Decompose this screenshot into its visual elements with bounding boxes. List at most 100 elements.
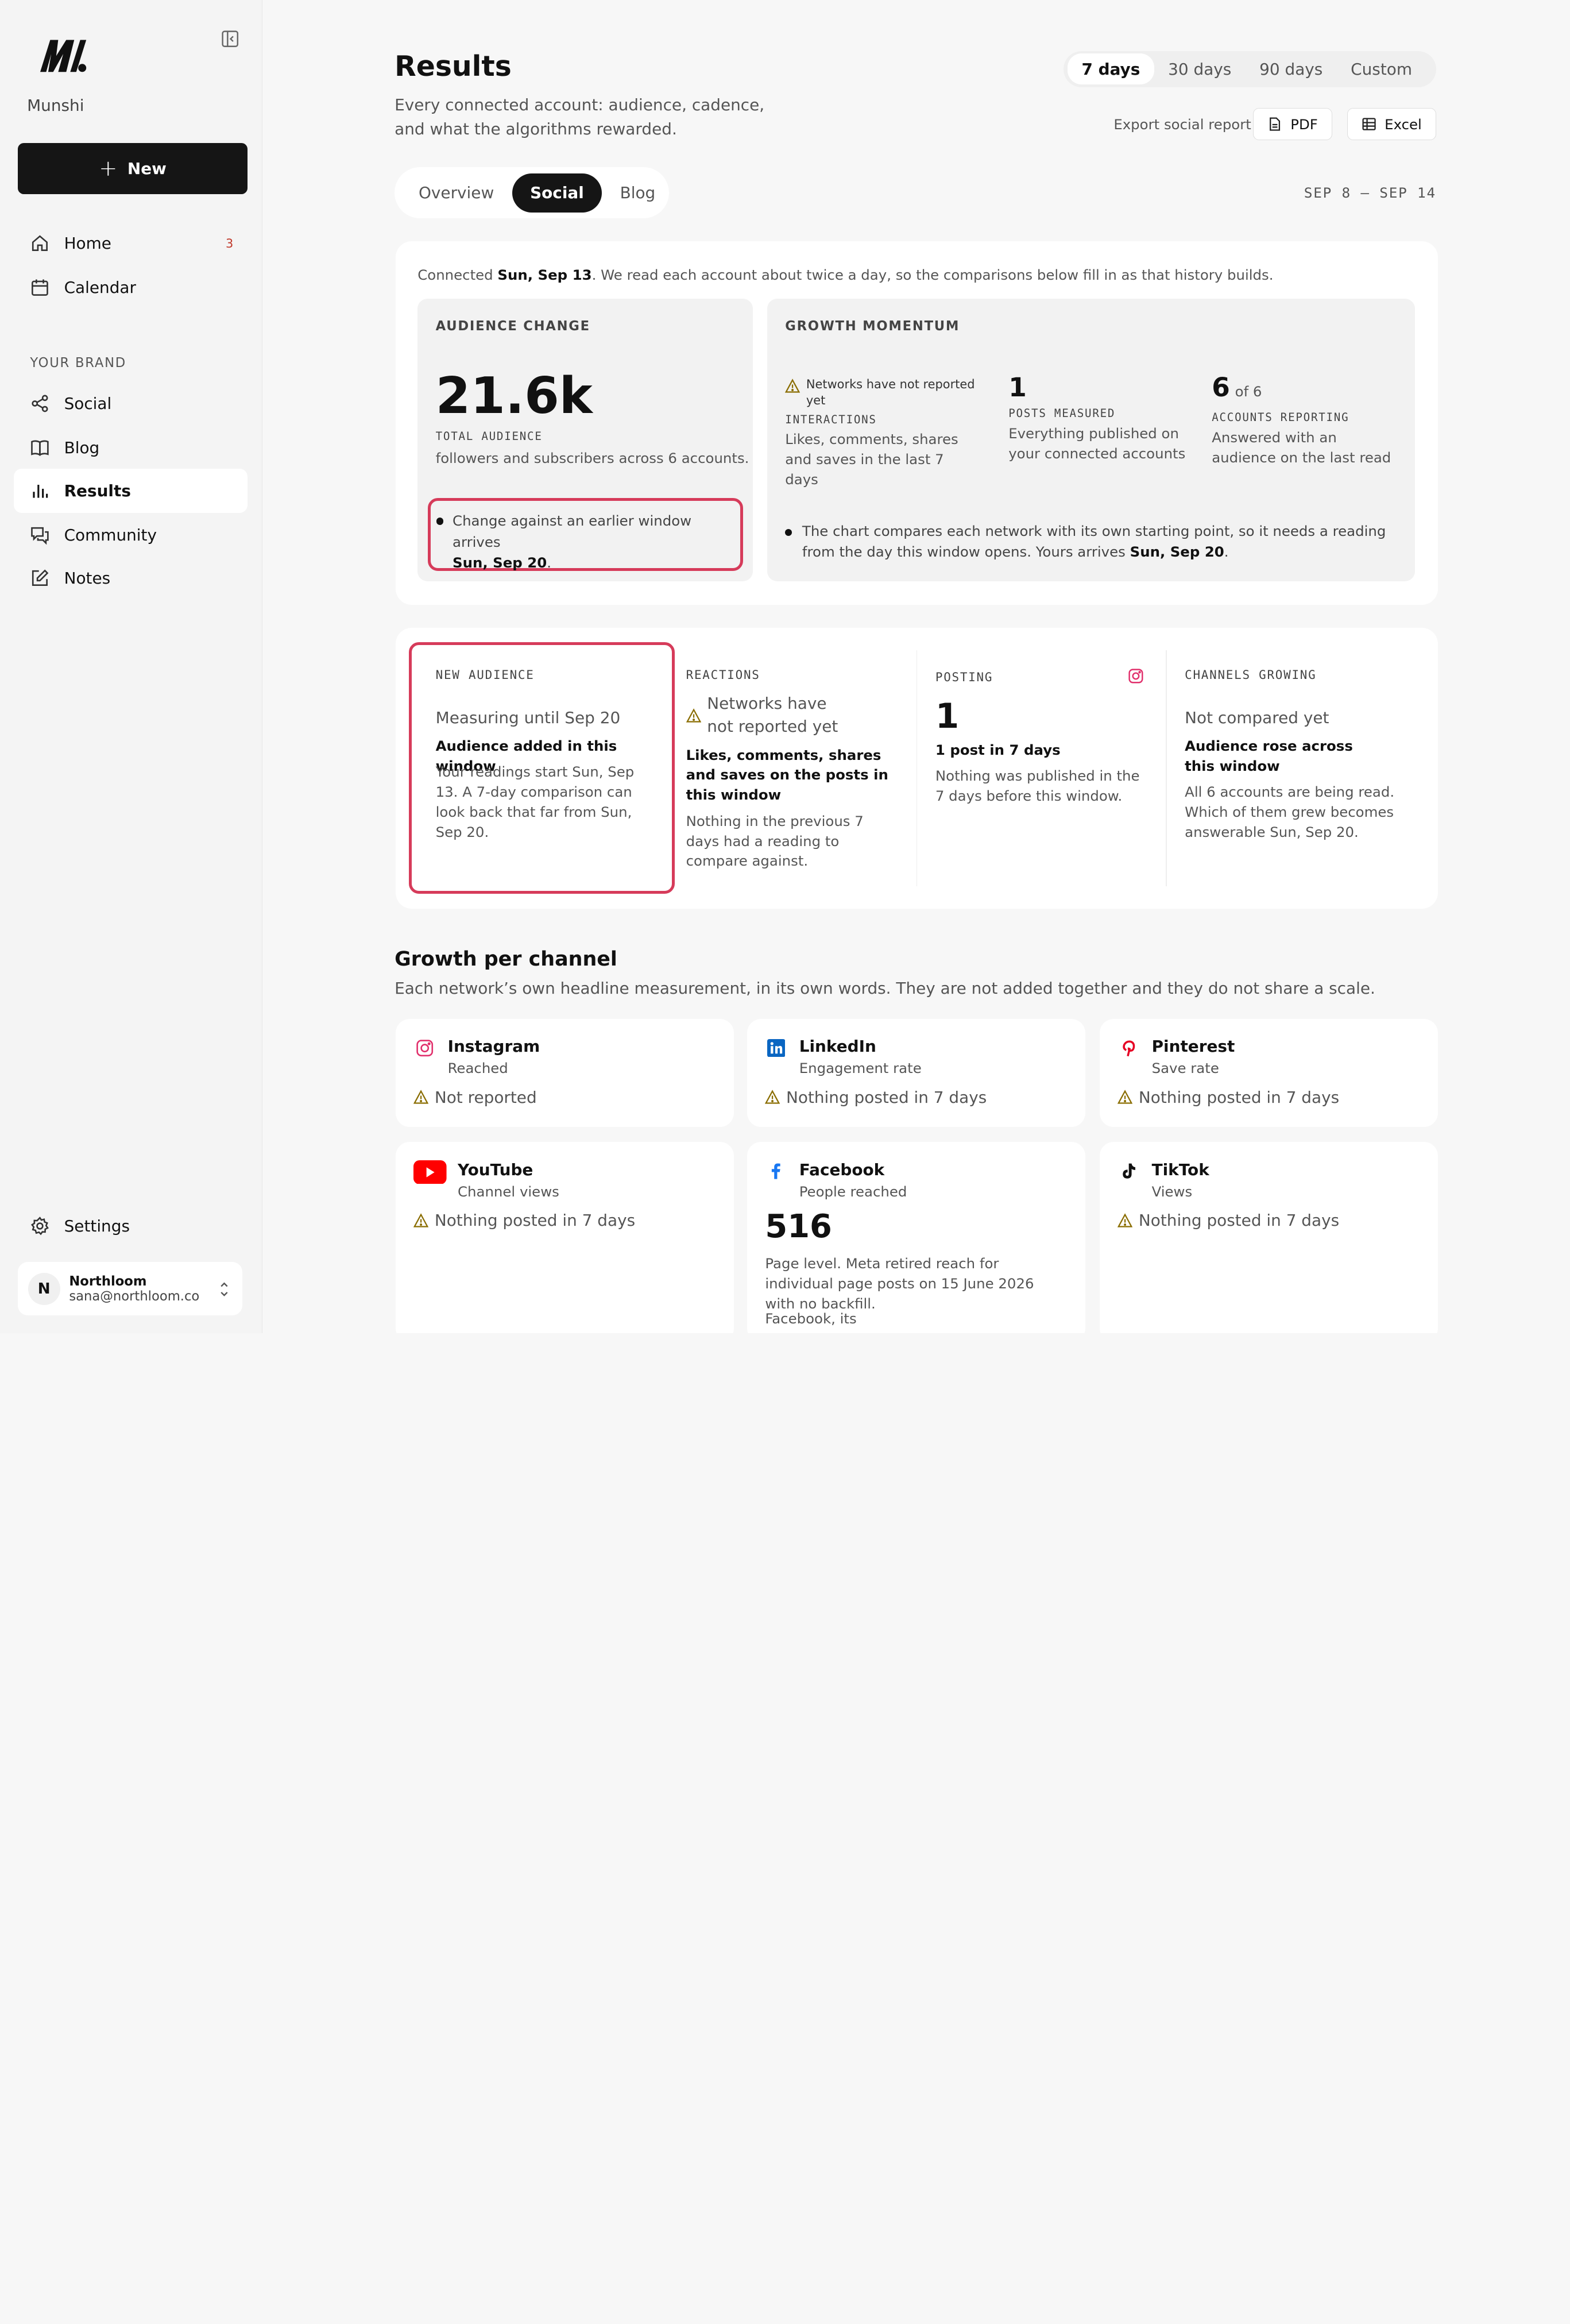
channel-card-tiktok[interactable]: TikTok Views Nothing posted in 7 days — [1099, 1142, 1438, 1334]
channel-status: Nothing posted in 7 days — [1117, 1211, 1339, 1230]
kpi-status: Measuring until Sep 20 — [435, 708, 621, 727]
gear-icon — [31, 1217, 49, 1236]
channel-metric: Save rate — [1151, 1060, 1219, 1077]
nav-item-blog[interactable]: Blog — [14, 426, 247, 470]
tiktok-icon — [1123, 1163, 1135, 1179]
linkedin-icon — [767, 1039, 786, 1057]
avatar: N — [28, 1272, 60, 1305]
tab-overview[interactable]: Overview — [401, 173, 512, 213]
user-email: sana@northloom.co — [69, 1288, 200, 1304]
interactions-metric: Networks have not reported yet INTERACTI… — [785, 373, 975, 490]
accounts-reporting-desc: Answered with an audience on the last re… — [1212, 429, 1391, 466]
nav-item-label: Community — [64, 525, 157, 545]
audience-change-card: AUDIENCE CHANGE 21.6k TOTAL AUDIENCE fol… — [417, 298, 753, 581]
export-excel-button[interactable]: Excel — [1347, 108, 1437, 141]
growth-momentum-card: GROWTH MOMENTUM Networks have not report… — [767, 298, 1416, 581]
connected-date: Sun, Sep 13 — [497, 266, 592, 283]
nav-item-label: Social — [64, 394, 112, 414]
accounts-reporting-value: 6 — [1212, 372, 1230, 403]
accounts-reporting-of: of 6 — [1235, 383, 1262, 400]
kpi-label: REACTIONS — [686, 668, 760, 682]
home-badge: 3 — [226, 236, 234, 250]
range-tab-90-days[interactable]: 90 days — [1246, 53, 1337, 84]
range-tab-7-days[interactable]: 7 days — [1068, 53, 1154, 85]
kpi-desc: Nothing in the previous 7 days had a rea… — [686, 812, 864, 870]
channel-card-pinterest[interactable]: Pinterest Save rate Nothing posted in 7 … — [1099, 1018, 1438, 1127]
warning-icon — [686, 708, 701, 723]
channel-card-linkedin[interactable]: LinkedIn Engagement rate Nothing posted … — [747, 1018, 1086, 1127]
nav-item-label: Home — [64, 234, 111, 253]
facebook-icon — [771, 1163, 780, 1179]
page-title: Results — [395, 50, 512, 83]
nav-item-community[interactable]: Community — [14, 513, 247, 557]
range-tab-30-days[interactable]: 30 days — [1154, 53, 1246, 84]
column-divider — [916, 650, 918, 887]
home-icon — [32, 235, 48, 252]
nav-item-calendar[interactable]: Calendar — [14, 265, 247, 310]
range-tab-custom[interactable]: Custom — [1337, 53, 1426, 84]
edit-icon — [32, 569, 49, 586]
nav-item-notes[interactable]: Notes — [14, 556, 247, 600]
interactions-label: INTERACTIONS — [785, 412, 877, 426]
kpi-label: NEW AUDIENCE — [435, 668, 535, 682]
nav-item-label: Results — [64, 481, 131, 501]
kpi-posting: POSTING 1 1 post in 7 days Nothing was p… — [935, 650, 1146, 887]
new-button-label: New — [127, 159, 167, 179]
channel-status: Nothing posted in 7 days — [765, 1088, 987, 1107]
channel-metric: Engagement rate — [799, 1060, 922, 1077]
new-button[interactable]: + New — [18, 143, 248, 195]
warning-icon — [765, 1090, 780, 1105]
plus-icon: + — [99, 155, 118, 182]
channel-card-instagram[interactable]: Instagram Reached Not reported — [395, 1018, 734, 1127]
tab-social[interactable]: Social — [512, 173, 602, 213]
date-range-label: SEP 8 – SEP 14 — [1304, 184, 1436, 201]
channel-desc: Page level. Meta retired reach for indiv… — [765, 1255, 1034, 1312]
channel-metric: Views — [1151, 1183, 1193, 1200]
export-excel-label: Excel — [1385, 115, 1422, 133]
column-divider — [1166, 650, 1167, 887]
nav-item-settings[interactable]: Settings — [14, 1204, 247, 1248]
audience-change-label: AUDIENCE CHANGE — [435, 318, 590, 334]
view-tabs: Overview Social Blog — [395, 167, 669, 219]
nav-item-results[interactable]: Results — [14, 469, 248, 513]
growth-momentum-note: The chart compares each network with its… — [785, 521, 1406, 563]
bullet-dot — [436, 518, 444, 525]
total-audience-desc: followers and subscribers across 6 accou… — [435, 450, 749, 467]
channel-desc-continued: Facebook, its — [765, 1310, 857, 1327]
summary-panel: Connected Sun, Sep 13. We read each acco… — [395, 241, 1438, 605]
growth-title: Growth per channel — [395, 947, 617, 971]
total-audience-value: 21.6k — [435, 366, 593, 426]
warning-icon — [413, 1213, 429, 1227]
channel-status: Not reported — [413, 1088, 537, 1107]
channel-name: Instagram — [447, 1037, 540, 1056]
channel-metric: Channel views — [458, 1183, 559, 1200]
munshi-logo[interactable] — [36, 34, 88, 76]
nav-item-label: Notes — [64, 568, 111, 588]
channel-name: Pinterest — [1151, 1037, 1235, 1056]
book-icon — [31, 440, 49, 456]
youtube-icon — [413, 1160, 447, 1184]
channel-metric: Reached — [447, 1060, 508, 1077]
connected-notice: Connected Sun, Sep 13. We read each acco… — [417, 266, 1274, 283]
kpi-warning: Networks have not reported yet — [707, 694, 838, 736]
nav-item-social[interactable]: Social — [14, 381, 247, 426]
channel-card-facebook[interactable]: Facebook People reached 516 Page level. … — [747, 1142, 1086, 1334]
export-pdf-button[interactable]: PDF — [1252, 108, 1333, 141]
sidebar-collapse-icon[interactable] — [221, 30, 239, 48]
account-switcher[interactable]: N Northloom sana@northloom.co — [18, 1262, 243, 1315]
channel-card-youtube[interactable]: YouTube Channel views Nothing posted in … — [395, 1142, 734, 1334]
growth-momentum-label: GROWTH MOMENTUM — [785, 318, 960, 334]
channel-name: Facebook — [799, 1160, 885, 1179]
posts-measured-metric: 1 POSTS MEASURED Everything published on… — [1008, 372, 1198, 464]
warning-icon — [413, 1090, 429, 1105]
nav-item-home[interactable]: Home 3 — [14, 221, 247, 265]
sidebar: Munshi + New Home 3 Calendar YOUR BRAND … — [0, 0, 262, 1334]
instagram-icon — [416, 1039, 433, 1056]
tab-blog[interactable]: Blog — [602, 173, 673, 213]
growth-subtitle: Each network’s own headline measurement,… — [395, 978, 1375, 998]
export-label: Export social report — [1113, 116, 1251, 133]
warning-icon — [785, 379, 801, 393]
posts-measured-value: 1 — [1008, 372, 1027, 403]
interactions-warning: Networks have not reported yet — [806, 377, 975, 407]
accounts-reporting-metric: 6 of 6 ACCOUNTS REPORTING Answered with … — [1212, 372, 1402, 468]
